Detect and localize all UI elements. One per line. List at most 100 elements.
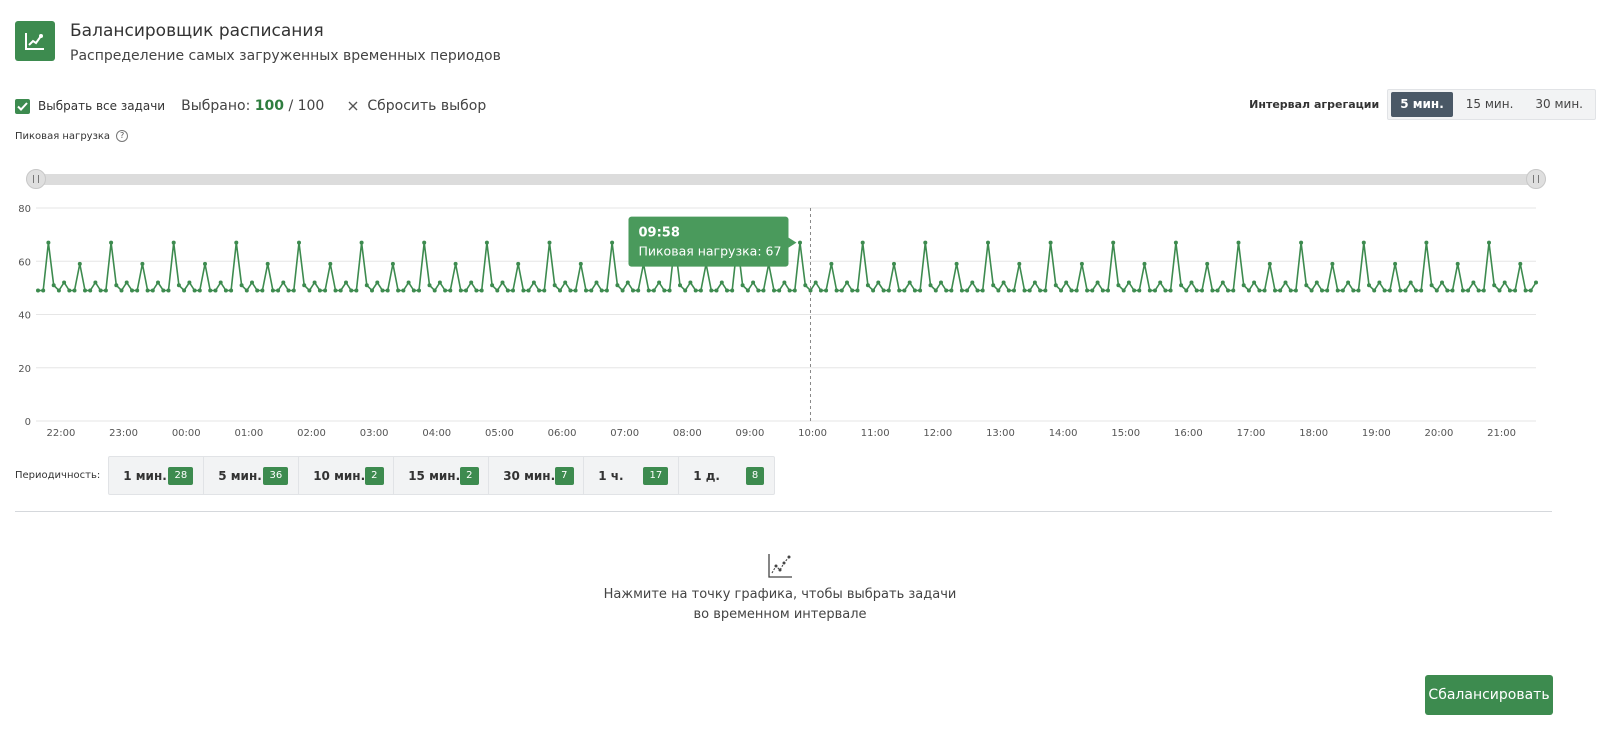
aggregation-option-5[interactable]: 5 мин. xyxy=(1391,92,1453,117)
data-point[interactable] xyxy=(912,288,917,293)
data-point[interactable] xyxy=(725,288,729,293)
data-point[interactable] xyxy=(1032,280,1037,285)
data-point[interactable] xyxy=(1142,261,1147,266)
data-point[interactable] xyxy=(1351,288,1356,293)
peak-load-chart[interactable]: 0 20 40 60 80 22:00 23:00 00:00 01:00 02:00 03:00 0… xyxy=(0,196,1610,446)
data-point[interactable] xyxy=(751,280,756,285)
data-point[interactable] xyxy=(620,288,625,293)
data-point[interactable] xyxy=(453,261,458,266)
data-point[interactable] xyxy=(1429,283,1434,288)
data-point[interactable] xyxy=(719,280,724,285)
data-point[interactable] xyxy=(109,240,114,245)
data-point[interactable] xyxy=(411,288,416,293)
data-point[interactable] xyxy=(1205,261,1210,266)
data-point[interactable] xyxy=(72,288,77,293)
data-point[interactable] xyxy=(323,288,328,293)
data-point[interactable] xyxy=(119,288,124,293)
data-point[interactable] xyxy=(427,283,432,288)
data-point[interactable] xyxy=(902,288,907,293)
data-point[interactable] xyxy=(46,240,51,245)
data-point[interactable] xyxy=(197,288,202,293)
data-point[interactable] xyxy=(422,240,427,245)
data-point[interactable] xyxy=(41,288,46,293)
data-point[interactable] xyxy=(479,288,484,293)
data-point[interactable] xyxy=(260,288,265,293)
data-point[interactable] xyxy=(756,288,761,293)
data-point[interactable] xyxy=(714,288,719,293)
slider-handle-end[interactable] xyxy=(1526,169,1546,189)
data-point[interactable] xyxy=(1074,288,1079,293)
data-point[interactable] xyxy=(782,280,787,285)
data-point[interactable] xyxy=(1163,288,1168,293)
data-point[interactable] xyxy=(1252,280,1257,285)
data-point[interactable] xyxy=(77,261,82,266)
data-point[interactable] xyxy=(354,288,359,293)
data-point[interactable] xyxy=(135,288,140,293)
data-point[interactable] xyxy=(150,288,155,293)
data-point[interactable] xyxy=(1220,280,1225,285)
data-point[interactable] xyxy=(328,261,333,266)
data-point[interactable] xyxy=(923,240,928,245)
data-point[interactable] xyxy=(83,288,87,293)
data-point[interactable] xyxy=(610,240,615,245)
data-point[interactable] xyxy=(824,288,829,293)
data-point[interactable] xyxy=(996,288,1001,293)
data-point[interactable] xyxy=(1460,288,1465,293)
data-point[interactable] xyxy=(568,288,573,293)
data-point[interactable] xyxy=(578,261,583,266)
data-point[interactable] xyxy=(1304,283,1309,288)
data-point[interactable] xyxy=(1137,288,1142,293)
data-point[interactable] xyxy=(1241,283,1246,288)
data-point[interactable] xyxy=(385,288,390,293)
data-point[interactable] xyxy=(291,288,296,293)
data-point[interactable] xyxy=(344,280,348,285)
data-point[interactable] xyxy=(1278,288,1283,293)
periodicity-option[interactable]: 1 мин. 28 xyxy=(109,457,205,494)
data-point[interactable] xyxy=(307,288,312,293)
data-point[interactable] xyxy=(1236,240,1241,245)
data-point[interactable] xyxy=(1450,288,1455,293)
data-point[interactable] xyxy=(631,288,635,293)
data-point[interactable] xyxy=(244,288,249,293)
data-point[interactable] xyxy=(688,280,693,285)
data-point[interactable] xyxy=(907,280,912,285)
data-point[interactable] xyxy=(1173,240,1178,245)
data-point[interactable] xyxy=(1121,288,1126,293)
data-point[interactable] xyxy=(1481,288,1486,293)
data-point[interactable] xyxy=(625,280,630,285)
data-point[interactable] xyxy=(745,288,750,293)
data-point[interactable] xyxy=(1231,288,1236,293)
data-point[interactable] xyxy=(349,288,354,293)
data-point[interactable] xyxy=(1106,288,1110,293)
data-point[interactable] xyxy=(897,288,902,293)
data-point[interactable] xyxy=(156,280,160,285)
data-point[interactable] xyxy=(693,288,698,293)
data-point[interactable] xyxy=(1382,288,1387,293)
data-point[interactable] xyxy=(250,280,254,285)
data-point[interactable] xyxy=(839,288,844,293)
data-point[interactable] xyxy=(933,288,938,293)
aggregation-option-30[interactable]: 30 мин. xyxy=(1526,92,1592,117)
data-point[interactable] xyxy=(145,288,150,293)
data-point[interactable] xyxy=(223,288,228,293)
data-point[interactable] xyxy=(991,283,996,288)
data-point[interactable] xyxy=(484,240,489,245)
data-point[interactable] xyxy=(1314,280,1319,285)
data-point[interactable] xyxy=(1153,288,1157,293)
periodicity-option[interactable]: 10 мин. 2 xyxy=(299,457,395,494)
data-point[interactable] xyxy=(396,288,401,293)
data-point[interactable] xyxy=(239,283,244,288)
data-point[interactable] xyxy=(646,288,651,293)
data-point[interactable] xyxy=(777,288,782,293)
data-point[interactable] xyxy=(1403,288,1408,293)
data-point[interactable] xyxy=(1262,288,1267,293)
data-point[interactable] xyxy=(1079,261,1084,266)
data-point[interactable] xyxy=(1466,288,1471,293)
data-point[interactable] xyxy=(161,288,166,293)
data-point[interactable] xyxy=(1126,280,1131,285)
data-point[interactable] xyxy=(636,288,641,293)
data-point[interactable] xyxy=(1528,288,1533,293)
data-point[interactable] xyxy=(730,288,735,293)
data-point[interactable] xyxy=(1346,280,1351,285)
data-point[interactable] xyxy=(1267,261,1272,266)
